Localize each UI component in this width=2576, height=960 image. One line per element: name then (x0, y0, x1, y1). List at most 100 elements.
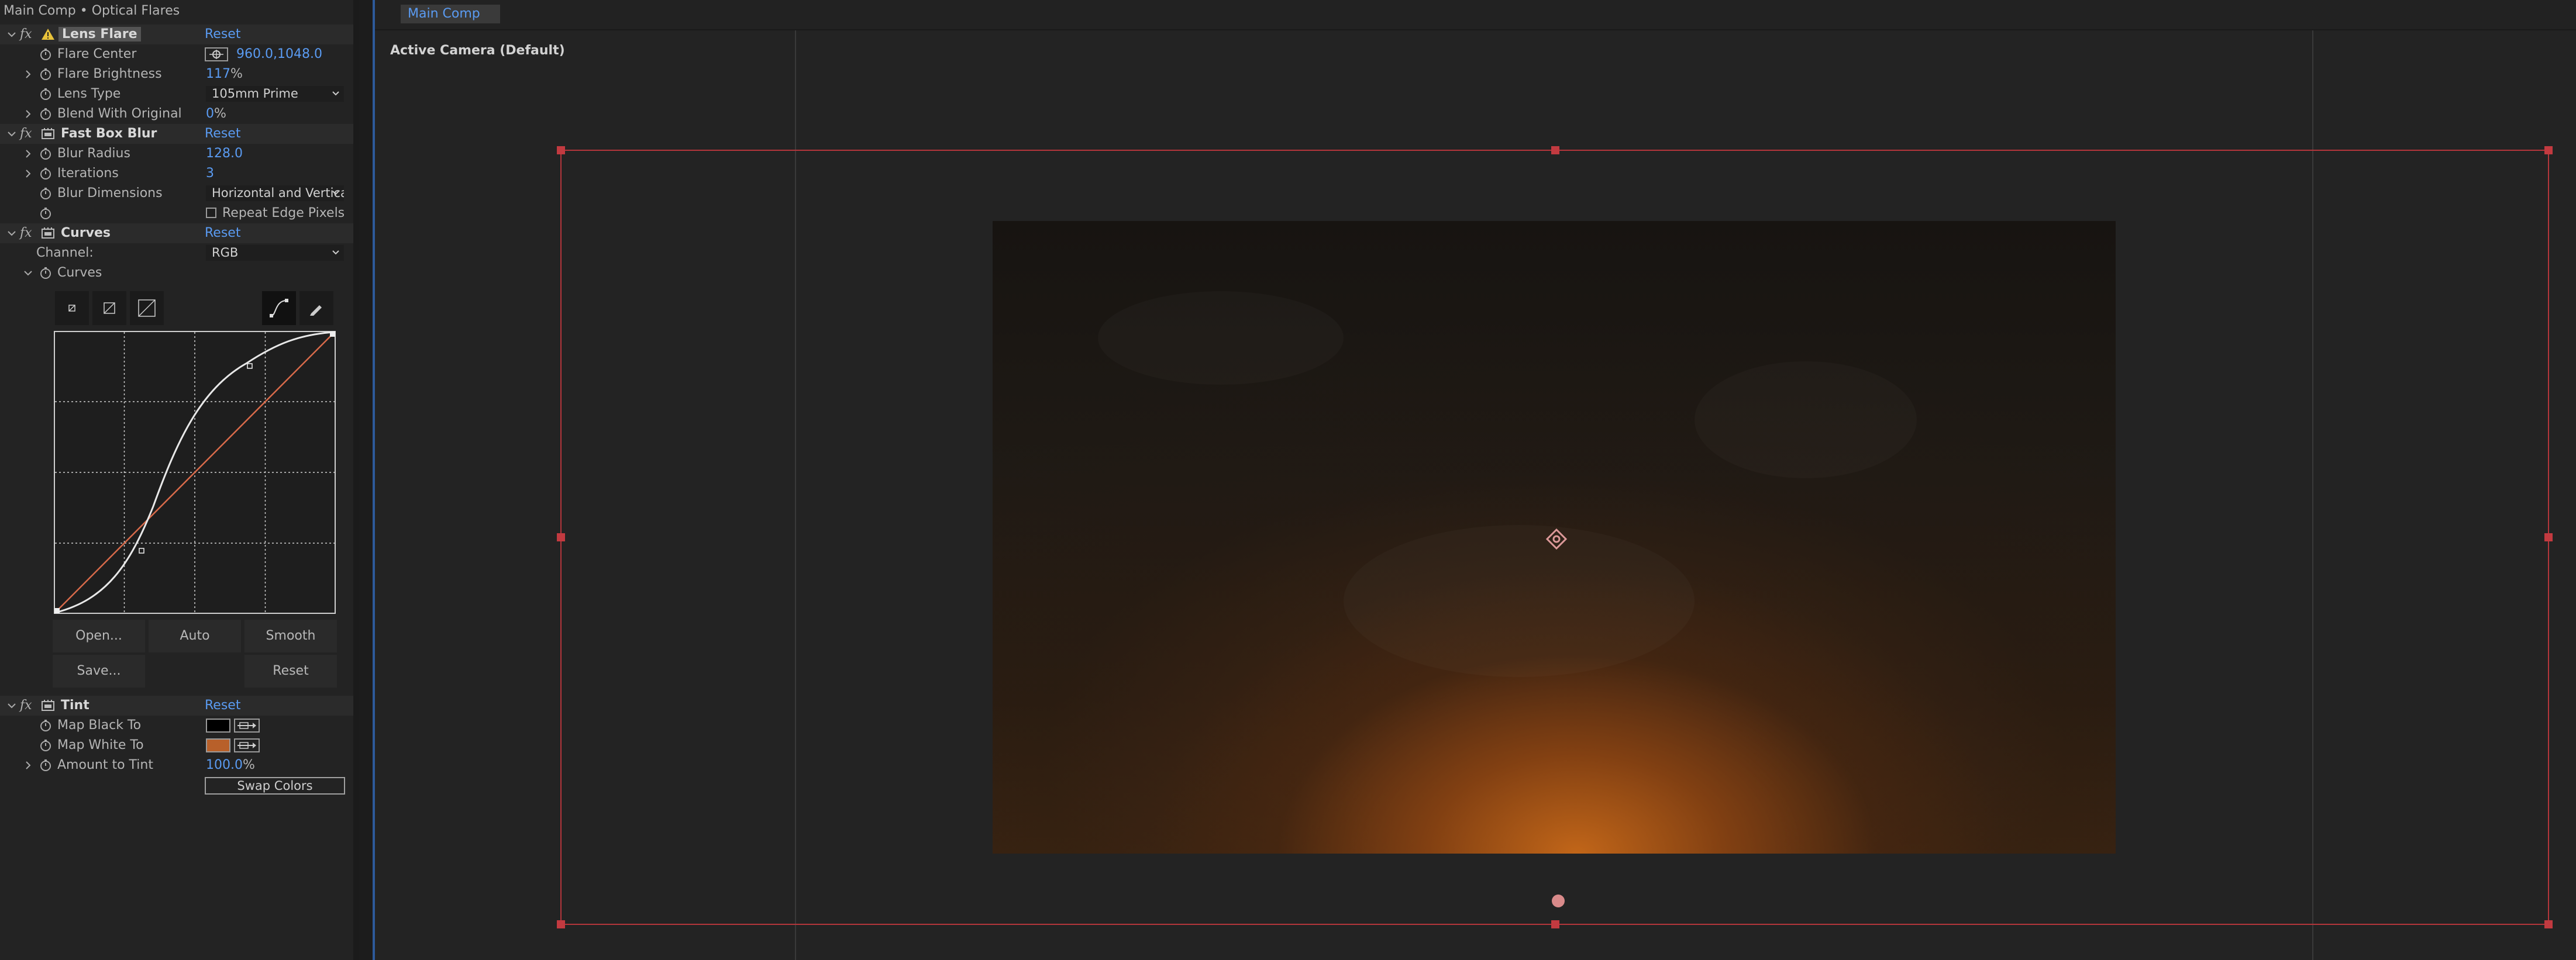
effect-header-fast-box-blur[interactable]: fx Fast Box Blur Reset (0, 124, 353, 144)
transform-handle[interactable] (1551, 146, 1559, 154)
repeat-edge-pixels-checkbox[interactable] (206, 208, 216, 218)
stopwatch-icon[interactable] (39, 147, 53, 161)
twirl-down-icon[interactable] (22, 267, 34, 279)
fx-toggle[interactable]: fx (20, 126, 32, 141)
curve-endpoint[interactable] (54, 608, 60, 613)
curve-endpoint[interactable] (330, 331, 335, 337)
property-label: Channel: (36, 246, 94, 260)
blur-radius-value[interactable]: 128.0 (206, 146, 243, 161)
lens-type-dropdown[interactable]: 105mm Prime (206, 86, 344, 102)
fx-toggle[interactable]: fx (20, 698, 32, 713)
effect-header-tint[interactable]: fx Tint Reset (0, 696, 353, 716)
amount-to-tint-value[interactable]: 100.0% (206, 758, 255, 772)
stopwatch-icon[interactable] (39, 67, 53, 81)
stopwatch-icon[interactable] (39, 187, 53, 201)
stopwatch-icon[interactable] (39, 758, 53, 772)
property-flare-brightness: Flare Brightness 117% (0, 64, 353, 84)
warning-icon (41, 27, 55, 42)
property-flare-center: Flare Center 960.0,1048.0 (0, 44, 353, 64)
crosshair-point-icon[interactable] (205, 47, 228, 61)
effect-name-lens-flare[interactable]: Lens Flare (58, 27, 141, 42)
property-map-white-to: Map White To (0, 735, 353, 755)
stopwatch-icon[interactable] (39, 47, 53, 61)
panel-divider[interactable] (359, 0, 373, 960)
twirl-right-icon[interactable] (22, 68, 34, 80)
reset-link-fast-box-blur[interactable]: Reset (205, 126, 240, 141)
pencil-tool-icon[interactable] (299, 291, 333, 325)
property-label: Map White To (57, 738, 144, 752)
stopwatch-icon[interactable] (39, 719, 53, 733)
graph-size-medium-icon[interactable] (92, 291, 126, 325)
twirl-right-icon[interactable] (22, 108, 34, 120)
stopwatch-icon[interactable] (39, 107, 53, 121)
active-camera-label: Active Camera (Default) (390, 43, 565, 58)
property-label: Blend With Original (57, 106, 182, 121)
transform-handle[interactable] (2544, 533, 2553, 541)
iterations-value[interactable]: 3 (206, 166, 214, 181)
effect-name-curves[interactable]: Curves (61, 226, 111, 240)
graph-size-small-icon[interactable] (55, 291, 89, 325)
flare-center-crosshair-icon[interactable] (1546, 529, 1567, 550)
reset-link-curves[interactable]: Reset (205, 226, 240, 240)
panel-title: Main Comp • Optical Flares (4, 4, 180, 18)
channel-dropdown[interactable]: RGB (206, 245, 344, 261)
stopwatch-icon[interactable] (39, 167, 53, 181)
property-blend-with-original: Blend With Original 0% (0, 104, 353, 124)
transform-handle[interactable] (1551, 920, 1559, 928)
transform-handle[interactable] (2544, 920, 2553, 928)
effect-header-curves[interactable]: fx Curves Reset (0, 223, 353, 243)
effect-name-tint[interactable]: Tint (61, 698, 89, 713)
twirl-down-icon[interactable] (6, 227, 18, 239)
property-label: Amount to Tint (57, 758, 153, 772)
effect-header-lens-flare[interactable]: fx Lens Flare Reset (0, 25, 353, 44)
composition-tab-bar: Main Comp (375, 0, 2576, 30)
property-channel: Channel: RGB (0, 243, 353, 263)
stopwatch-icon[interactable] (39, 738, 53, 752)
reset-link-lens-flare[interactable]: Reset (205, 27, 240, 42)
twirl-right-icon[interactable] (22, 148, 34, 160)
twirl-right-icon[interactable] (22, 759, 34, 771)
transform-handle[interactable] (2544, 146, 2553, 154)
property-label: Lens Type (57, 87, 121, 101)
twirl-right-icon[interactable] (22, 168, 34, 179)
property-label: Iterations (57, 166, 119, 181)
transform-handle[interactable] (557, 920, 565, 928)
property-label: Flare Center (57, 47, 137, 61)
flare-center-value[interactable]: 960.0,1048.0 (236, 47, 322, 61)
panel-scrollbar[interactable] (353, 0, 359, 960)
effect-name-fast-box-blur[interactable]: Fast Box Blur (61, 126, 157, 141)
property-amount-to-tint: Amount to Tint 100.0% (0, 755, 353, 775)
transform-handle[interactable] (557, 146, 565, 154)
swap-colors-button[interactable]: Swap Colors (205, 777, 345, 795)
curves-toolbar (54, 291, 345, 326)
property-blur-radius: Blur Radius 128.0 (0, 144, 353, 164)
curves-open-button[interactable]: Open... (53, 620, 145, 652)
transform-handle[interactable] (557, 533, 565, 541)
map-white-color-swatch[interactable] (206, 738, 230, 752)
map-black-color-swatch[interactable] (206, 719, 230, 733)
bezier-curve-tool-icon[interactable] (262, 291, 296, 325)
stopwatch-icon[interactable] (39, 87, 53, 101)
curves-smooth-button[interactable]: Smooth (244, 620, 337, 652)
curves-save-button[interactable]: Save... (53, 655, 145, 688)
twirl-down-icon[interactable] (6, 128, 18, 140)
stopwatch-icon[interactable] (39, 206, 53, 220)
fx-toggle[interactable]: fx (20, 226, 32, 240)
fx-toggle[interactable]: fx (20, 27, 32, 42)
curves-reset-button[interactable]: Reset (244, 655, 337, 688)
curves-graph[interactable] (54, 331, 336, 614)
twirl-down-icon[interactable] (6, 700, 18, 712)
graph-size-large-icon[interactable] (130, 291, 164, 325)
eyedropper-icon[interactable] (234, 738, 260, 752)
blur-dimensions-dropdown[interactable]: Horizontal and Vertical (206, 185, 344, 201)
twirl-down-icon[interactable] (6, 29, 18, 40)
flare-brightness-value[interactable]: 117% (206, 67, 243, 81)
blend-with-original-value[interactable]: 0% (206, 106, 226, 121)
checkbox-label: Repeat Edge Pixels (222, 206, 345, 220)
stopwatch-icon[interactable] (39, 266, 53, 280)
reset-link-tint[interactable]: Reset (205, 698, 240, 713)
curves-auto-button[interactable]: Auto (149, 620, 241, 652)
tab-main-comp[interactable]: Main Comp (401, 5, 500, 23)
eyedropper-icon[interactable] (234, 719, 260, 733)
anchor-point-icon[interactable] (1551, 893, 1566, 909)
